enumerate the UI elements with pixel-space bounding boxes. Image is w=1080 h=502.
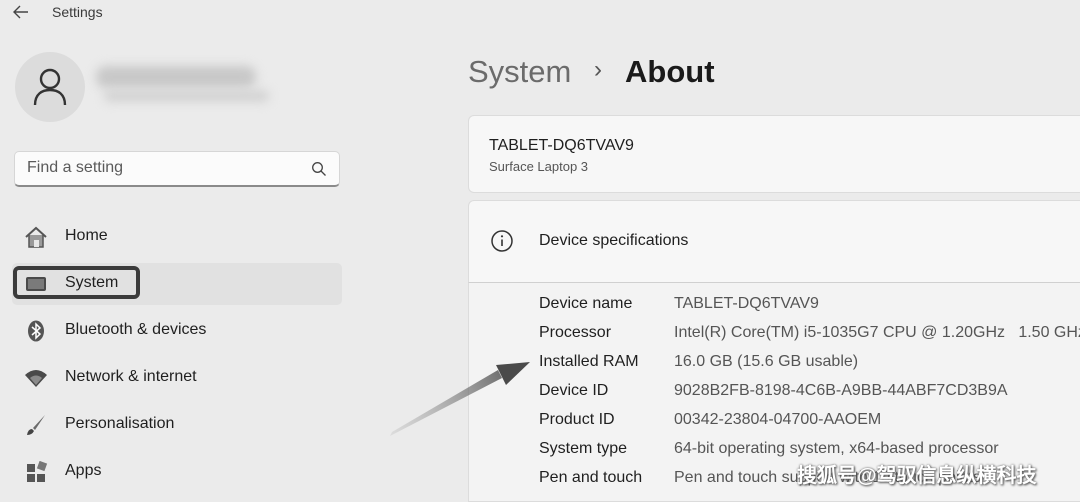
spec-label: Installed RAM xyxy=(539,353,639,370)
spec-label: Pen and touch xyxy=(539,469,643,486)
search-icon[interactable] xyxy=(311,161,327,177)
spec-value: Intel(R) Core(TM) i5-1035G7 CPU @ 1.20GH… xyxy=(674,324,1080,341)
breadcrumb: System › About xyxy=(468,54,715,90)
user-email-redacted xyxy=(104,90,269,102)
watermark: 搜狐号@驾驭信息纵横科技 xyxy=(797,465,1037,487)
brush-icon xyxy=(27,415,45,435)
spec-row-installed-ram: Installed RAM 16.0 GB (15.6 GB usable) xyxy=(539,353,1080,377)
spec-label: Processor xyxy=(539,324,612,341)
sidebar-item-label: Network & internet xyxy=(65,368,197,385)
sidebar-item-label: Apps xyxy=(65,462,102,479)
home-icon xyxy=(25,226,47,248)
back-arrow-icon xyxy=(13,5,28,19)
avatar[interactable] xyxy=(15,52,85,122)
breadcrumb-parent[interactable]: System xyxy=(468,54,571,89)
info-icon xyxy=(491,230,513,252)
search-box xyxy=(14,151,340,187)
device-card: TABLET-DQ6TVAV9 Surface Laptop 3 xyxy=(468,115,1080,193)
back-button[interactable] xyxy=(10,1,32,23)
bluetooth-icon xyxy=(28,320,44,342)
wifi-icon xyxy=(25,370,47,387)
page-title: About xyxy=(625,54,715,89)
search-input[interactable] xyxy=(15,152,324,184)
spec-label: System type xyxy=(539,440,628,457)
sidebar-item-label: Bluetooth & devices xyxy=(65,321,207,338)
device-name-title: TABLET-DQ6TVAV9 xyxy=(489,137,634,154)
sidebar-item-system[interactable]: System xyxy=(12,263,342,305)
sidebar-item-personalisation[interactable]: Personalisation xyxy=(12,404,342,446)
chevron-right-icon: › xyxy=(594,56,602,83)
spec-value: 9028B2FB-8198-4C6B-A9BB-44ABF7CD3B9A xyxy=(674,382,1008,399)
main-content: System › About TABLET-DQ6TVAV9 Surface L… xyxy=(440,24,1080,502)
sidebar-item-apps[interactable]: Apps xyxy=(12,451,342,493)
spec-value: 00342-23804-04700-AAOEM xyxy=(674,411,882,428)
spec-label: Product ID xyxy=(539,411,615,428)
spec-label: Device ID xyxy=(539,382,609,399)
sidebar-item-label: Personalisation xyxy=(65,415,175,432)
apps-icon xyxy=(27,461,48,482)
sidebar-item-label: System xyxy=(65,274,119,291)
sidebar-item-home[interactable]: Home xyxy=(12,216,342,258)
spec-label: Device name xyxy=(539,295,633,312)
spec-row-device-id: Device ID 9028B2FB-8198-4C6B-A9BB-44ABF7… xyxy=(539,382,1080,406)
device-specifications-header[interactable]: Device specifications xyxy=(468,200,1080,282)
device-model: Surface Laptop 3 xyxy=(489,159,589,174)
sidebar-item-network[interactable]: Network & internet xyxy=(12,357,342,399)
spec-value: 16.0 GB (15.6 GB usable) xyxy=(674,353,859,370)
specifications-title: Device specifications xyxy=(539,232,689,249)
sidebar: Home System Bluetooth & devices Network … xyxy=(0,24,360,496)
app-title: Settings xyxy=(52,4,103,20)
user-name-redacted xyxy=(96,66,256,88)
spec-row-device-name: Device name TABLET-DQ6TVAV9 xyxy=(539,295,1080,319)
spec-value: 64-bit operating system, x64-based proce… xyxy=(674,440,999,457)
spec-value: TABLET-DQ6TVAV9 xyxy=(674,295,819,312)
spec-row-product-id: Product ID 00342-23804-04700-AAOEM xyxy=(539,411,1080,435)
monitor-icon xyxy=(26,277,46,291)
title-bar: Settings xyxy=(0,0,1080,24)
user-avatar-icon xyxy=(33,68,67,106)
sidebar-item-bluetooth[interactable]: Bluetooth & devices xyxy=(12,310,342,352)
sidebar-item-label: Home xyxy=(65,227,108,244)
spec-row-processor: Processor Intel(R) Core(TM) i5-1035G7 CP… xyxy=(539,324,1080,348)
